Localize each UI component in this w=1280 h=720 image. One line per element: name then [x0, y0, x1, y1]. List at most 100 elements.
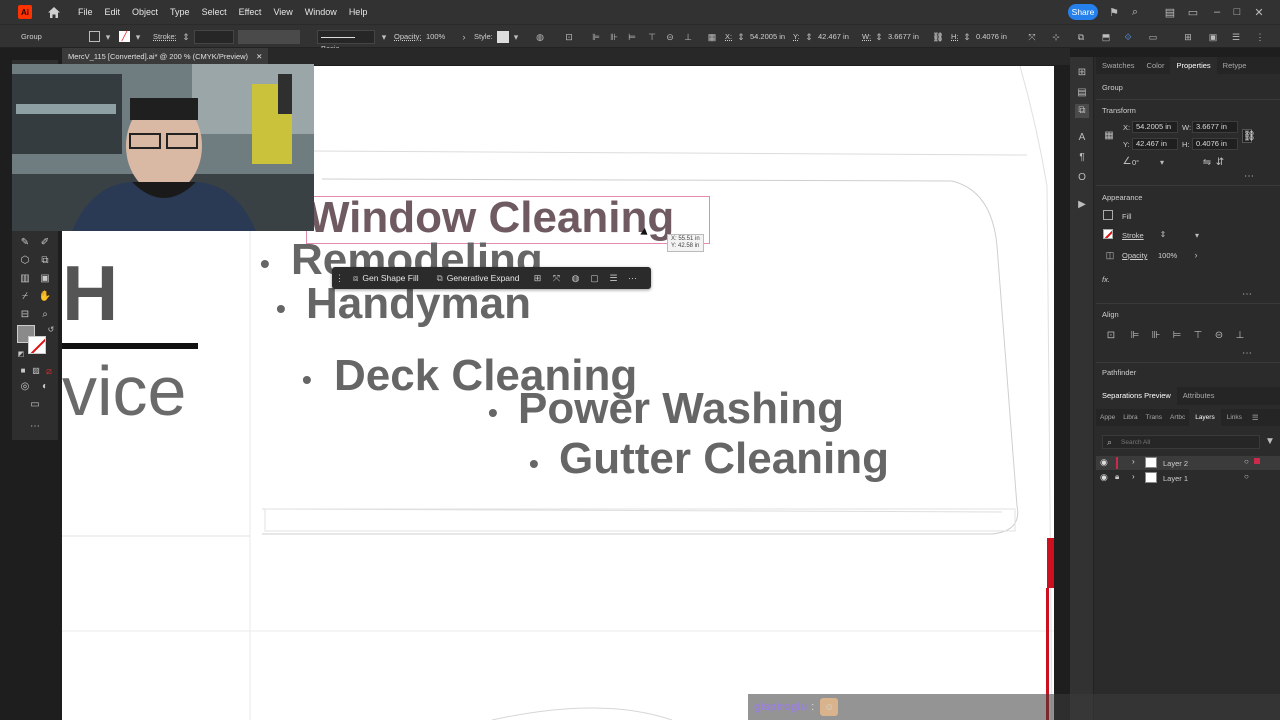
arrange-documents-icon[interactable]: ▭ [1186, 5, 1200, 19]
character-icon[interactable]: A [1075, 131, 1089, 145]
stroke-swatch-icon[interactable]: ╱ [119, 31, 130, 42]
h-field[interactable]: 0.4076 in [976, 32, 1007, 41]
draw-mode-icon[interactable]: ◎ [18, 380, 32, 394]
stepper-icon[interactable]: ⇕ [873, 31, 885, 43]
curvature-tool-icon[interactable]: ✎ [18, 236, 32, 250]
stepper-icon[interactable]: ⇕ [961, 31, 973, 43]
transform-icon[interactable]: ⤧ [1026, 31, 1038, 43]
tab-transform[interactable]: Trans [1142, 409, 1166, 426]
w-field[interactable]: 3.6677 in [1192, 121, 1238, 133]
stroke-swatch[interactable] [1103, 229, 1113, 239]
isolate-icon[interactable]: ⊹ [1050, 31, 1062, 43]
menu-type[interactable]: Type [164, 7, 196, 17]
constrain-proportions-icon[interactable]: ⛓ [1242, 129, 1256, 143]
align-bottom-icon[interactable]: ⊥ [1233, 329, 1247, 343]
gradient-mode-icon[interactable]: ▨ [29, 364, 43, 378]
layer-name[interactable]: Layer 2 [1163, 459, 1188, 468]
h-field[interactable]: 0.4076 in [1192, 138, 1238, 150]
reference-point-icon[interactable]: ▦ [1102, 129, 1116, 143]
layer-row[interactable]: ◉ 🔒︎ › Layer 1 ○ [1096, 471, 1280, 485]
variable-width-field[interactable] [238, 30, 300, 44]
hand-tool-icon[interactable]: ✋ [38, 290, 52, 304]
mask-icon[interactable]: ▢ [588, 271, 602, 285]
more-options-icon[interactable]: ⋯ [626, 271, 640, 285]
chevron-down-icon[interactable]: ▾ [1190, 229, 1204, 243]
menu-edit[interactable]: Edit [99, 7, 127, 17]
target-icon[interactable]: ○ [1244, 472, 1249, 481]
lock-icon[interactable]: 🔒︎ [1115, 472, 1119, 482]
minimize-icon[interactable]: – [1210, 5, 1224, 19]
tab-separations-preview[interactable]: Separations Preview [1096, 387, 1177, 405]
tab-retype[interactable]: Retype [1217, 57, 1253, 74]
layers-search-input[interactable] [1121, 437, 1251, 447]
tab-layers[interactable]: Layers [1189, 409, 1221, 426]
x-field[interactable]: 54.2005 in [1132, 121, 1178, 133]
target-icon[interactable]: ○ [1244, 457, 1249, 466]
layers-search-field[interactable]: ⌕ [1102, 435, 1260, 449]
service-power-washing[interactable]: Power Washing [518, 387, 844, 431]
y-field[interactable]: 42.467 in [818, 32, 849, 41]
close-icon[interactable]: ✕ [256, 52, 262, 61]
home-icon[interactable] [46, 4, 62, 20]
eyedropper-tool-icon[interactable]: ⌿ [18, 290, 32, 304]
more-tools-icon[interactable]: ⋯ [28, 420, 42, 434]
chevron-right-icon[interactable]: › [1189, 248, 1203, 262]
slice-tool-icon[interactable]: ⊟ [18, 308, 32, 322]
align-middle-icon[interactable]: ⊝ [1212, 329, 1226, 343]
pencil-tool-icon[interactable]: ✐ [38, 236, 52, 250]
stroke-weight-field[interactable] [1170, 229, 1190, 241]
screen-mode-icon[interactable]: ▭ [28, 398, 42, 412]
tab-properties[interactable]: Properties [1170, 57, 1217, 74]
app-logo[interactable]: Ai [18, 5, 32, 19]
align-top-icon[interactable]: ⊤ [1191, 329, 1205, 343]
stepper-icon[interactable]: ⇕ [180, 31, 192, 43]
opacity-value[interactable]: 100% [426, 32, 445, 41]
artboard-tool-icon[interactable]: ▣ [38, 272, 52, 286]
more-options-icon[interactable]: ⋯ [1240, 347, 1254, 361]
chevron-right-icon[interactable]: › [1132, 472, 1135, 481]
opacity-value[interactable]: 100% [1158, 251, 1177, 260]
more-options-icon[interactable]: ⋯ [1242, 170, 1256, 184]
chevron-down-icon[interactable]: ▾ [510, 31, 522, 43]
select-similar-icon[interactable]: ⟐ [1122, 31, 1134, 43]
align-top-icon[interactable]: ⊤ [646, 31, 658, 43]
align-center-icon[interactable]: ⊪ [1149, 329, 1163, 343]
stroke-label[interactable]: Stroke [1122, 231, 1144, 240]
opentype-icon[interactable]: O [1075, 171, 1089, 185]
fx-button[interactable]: fx. [1102, 275, 1110, 284]
constrain-proportions-icon[interactable]: ⛓ [932, 31, 944, 43]
fill-swatch[interactable] [1103, 210, 1113, 220]
close-icon[interactable]: ✕ [1252, 5, 1266, 19]
align-to-icon[interactable]: ⊡ [1104, 329, 1118, 343]
properties-icon[interactable]: ⧉ [1075, 104, 1089, 118]
menu-view[interactable]: View [267, 7, 298, 17]
graph-tool-icon[interactable]: ▥ [18, 272, 32, 286]
panel-menu-icon[interactable]: ☰ [1248, 409, 1263, 426]
menu-file[interactable]: File [72, 7, 99, 17]
generative-expand-button[interactable]: ⧉ Generative Expand [431, 270, 526, 286]
align-left-icon[interactable]: ⊫ [1128, 329, 1142, 343]
align-icon[interactable]: ☰ [607, 271, 621, 285]
perspective-icon[interactable]: ⬒ [1100, 31, 1112, 43]
panel-toggle-icon[interactable]: ▭ [1147, 31, 1159, 43]
arrange-icon[interactable]: ⧉ [1075, 31, 1087, 43]
align-middle-icon[interactable]: ⊝ [664, 31, 676, 43]
opacity-label[interactable]: Opacity [1122, 251, 1147, 260]
options-icon[interactable]: ⋮ [1254, 31, 1266, 43]
tab-swatches[interactable]: Swatches [1096, 57, 1141, 74]
partial-heading-letter[interactable]: H [62, 254, 118, 332]
actions-icon[interactable]: ▶ [1075, 198, 1089, 212]
draw-inside-icon[interactable]: ◐ [38, 380, 52, 394]
align-center-icon[interactable]: ⊪ [608, 31, 620, 43]
align-left-icon[interactable]: ⊫ [590, 31, 602, 43]
stroke-weight-field[interactable] [194, 30, 234, 44]
flip-horizontal-icon[interactable]: ⇋ [1200, 156, 1214, 170]
visibility-eye-icon[interactable]: ◉ [1100, 457, 1108, 468]
angle-value[interactable]: 0° [1132, 158, 1139, 167]
maximize-icon[interactable]: □ [1230, 5, 1244, 19]
layer-row[interactable]: ◉ › Layer 2 ○ [1096, 456, 1280, 470]
fill-swatch-icon[interactable] [89, 31, 100, 42]
zoom-tool-icon[interactable]: ⌕ [38, 308, 52, 322]
share-button[interactable]: Share [1068, 4, 1098, 20]
align-right-icon[interactable]: ⊨ [626, 31, 638, 43]
